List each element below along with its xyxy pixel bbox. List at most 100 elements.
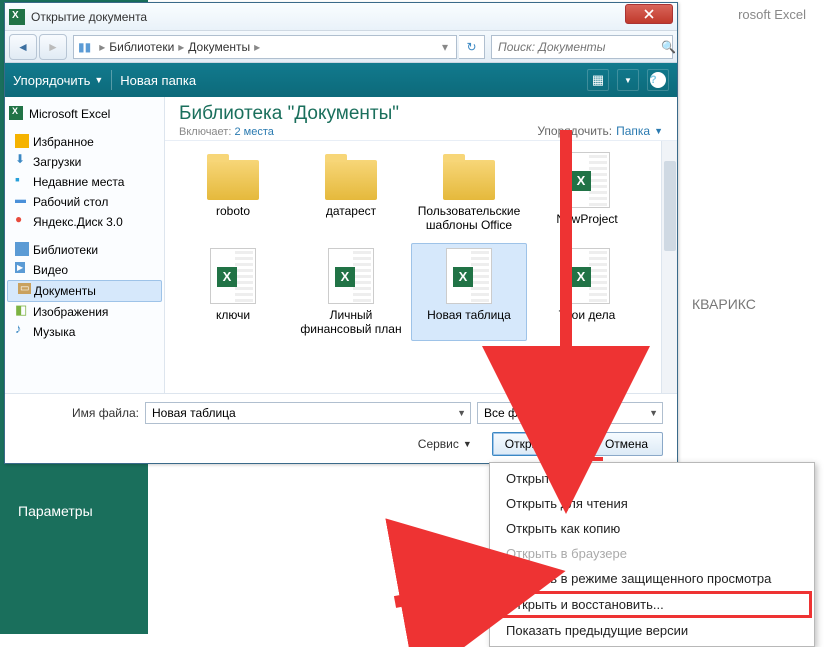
folder-icon <box>325 160 377 200</box>
sidebar-libraries[interactable]: Библиотеки <box>5 240 164 260</box>
chevron-down-icon[interactable]: ▾ <box>442 40 448 54</box>
file-item[interactable]: ключи <box>175 243 291 341</box>
menu-item[interactable]: Открыть как копию <box>492 516 812 541</box>
annotation-arrow-2 <box>395 564 503 608</box>
navbar: ◄ ► ▮▮ ▸ Библиотеки ▸ Документы ▸ ▾ ↻ 🔍 <box>5 31 677 63</box>
grid-icon: ▦ <box>592 72 604 88</box>
tools-button[interactable]: Сервис ▼ <box>418 437 472 451</box>
file-item[interactable]: Новая таблица <box>411 243 527 341</box>
menu-item[interactable]: Открыть <box>492 466 812 491</box>
new-folder-button[interactable]: Новая папка <box>120 73 196 88</box>
view-options-button[interactable]: ▼ <box>617 69 639 91</box>
sidebar-item-images[interactable]: Изображения <box>5 302 164 322</box>
open-split-button[interactable]: Открыть ▼ <box>492 432 582 456</box>
file-grid-area[interactable]: roboto датарест Пользовательские шаблоны O… <box>165 141 677 393</box>
sort-value-link[interactable]: Папка <box>616 124 650 138</box>
search-box[interactable]: 🔍 <box>491 35 673 59</box>
search-input[interactable] <box>492 40 661 54</box>
excel-icon <box>9 9 25 25</box>
sidebar-item-yandex[interactable]: Яндекс.Диск 3.0 <box>5 212 164 232</box>
file-item[interactable]: датарест <box>293 147 409 237</box>
sidebar-label: Музыка <box>33 325 75 339</box>
sidebar-label: Загрузки <box>33 155 81 169</box>
chevron-down-icon[interactable]: ▼ <box>457 408 466 418</box>
sidebar-item-downloads[interactable]: Загрузки <box>5 152 164 172</box>
library-title: Библиотека "Документы" <box>179 103 399 125</box>
sidebar-item-recent[interactable]: Недавние места <box>5 172 164 192</box>
bg-params-label[interactable]: Параметры <box>18 503 93 519</box>
file-item[interactable]: roboto <box>175 147 291 237</box>
open-dropdown-button[interactable]: ▼ <box>565 440 581 449</box>
chevron-down-icon[interactable]: ▼ <box>649 408 658 418</box>
sidebar-label: Яндекс.Диск 3.0 <box>33 215 123 229</box>
sidebar-item-video[interactable]: Видео <box>5 260 164 280</box>
open-file-dialog: Открытие документа ◄ ► ▮▮ ▸ Библиотеки ▸… <box>4 2 678 464</box>
folder-icon <box>443 160 495 200</box>
nav-back-button[interactable]: ◄ <box>9 34 37 60</box>
excel-file-icon <box>328 248 374 304</box>
organize-button[interactable]: Упорядочить ▼ <box>13 73 103 88</box>
menu-item[interactable]: Открыть в режиме защищенного просмотра <box>492 566 812 591</box>
image-icon <box>15 304 29 318</box>
bottom-panel: Имя файла: Новая таблица ▼ Все файлы ▼ С… <box>5 393 677 466</box>
breadcrumb-part[interactable]: Библиотеки <box>109 40 174 54</box>
file-item[interactable]: Пользовательские шаблоны Office <box>411 147 527 237</box>
search-icon[interactable]: 🔍 <box>661 40 676 54</box>
menu-item: Открыть в браузере <box>492 541 812 566</box>
view-mode-button[interactable]: ▦ <box>587 69 609 91</box>
sidebar-excel[interactable]: Microsoft Excel <box>5 101 164 124</box>
file-item[interactable]: NewProject <box>529 147 645 237</box>
menu-item[interactable]: Открыть для чтения <box>492 491 812 516</box>
close-button[interactable] <box>625 4 673 24</box>
organize-label: Упорядочить <box>13 73 90 88</box>
open-button[interactable]: Открыть <box>493 433 565 455</box>
close-icon <box>644 9 654 19</box>
filename-value: Новая таблица <box>152 406 236 420</box>
chevron-right-icon: ▸ <box>254 40 260 54</box>
music-icon <box>15 324 29 338</box>
filename-combo[interactable]: Новая таблица ▼ <box>145 402 471 424</box>
filter-value: Все файлы <box>484 406 547 420</box>
breadcrumb-part[interactable]: Документы <box>188 40 250 54</box>
bg-text: КВАРИКС <box>692 296 756 312</box>
sidebar-item-documents[interactable]: Документы <box>7 280 162 302</box>
file-label: NewProject <box>532 212 642 226</box>
refresh-icon: ↻ <box>466 40 476 54</box>
help-button[interactable]: ? <box>647 69 669 91</box>
chevron-down-icon: ▼ <box>463 439 472 449</box>
file-label: Пользовательские шаблоны Office <box>414 204 524 232</box>
file-label: Личный финансовый план <box>296 308 406 336</box>
sidebar-label: Изображения <box>33 305 108 319</box>
library-locations-link[interactable]: 2 места <box>234 126 273 138</box>
video-icon <box>15 262 29 276</box>
menu-item[interactable]: Открыть и восстановить... <box>492 591 812 618</box>
nav-fwd-button[interactable]: ► <box>39 34 67 60</box>
chevron-down-icon[interactable]: ▼ <box>654 126 663 136</box>
scrollbar-vertical[interactable] <box>661 141 677 393</box>
cancel-button[interactable]: Отмена <box>590 432 663 456</box>
sidebar-favorites[interactable]: Избранное <box>5 132 164 152</box>
sidebar-item-music[interactable]: Музыка <box>5 322 164 342</box>
dialog-title: Открытие документа <box>31 10 625 24</box>
filter-combo[interactable]: Все файлы ▼ <box>477 402 663 424</box>
sidebar-label: Рабочий стол <box>33 195 108 209</box>
sidebar-label: Библиотеки <box>33 243 98 257</box>
tools-label: Сервис <box>418 437 459 451</box>
menu-item[interactable]: Показать предыдущие версии <box>492 618 812 643</box>
file-label: Новая таблица <box>414 308 524 322</box>
refresh-button[interactable]: ↻ <box>459 35 485 59</box>
breadcrumb[interactable]: ▮▮ ▸ Библиотеки ▸ Документы ▸ ▾ <box>73 35 457 59</box>
file-label: датарест <box>296 204 406 218</box>
divider <box>111 70 112 90</box>
sidebar-label: Microsoft Excel <box>29 107 110 121</box>
help-icon: ? <box>650 72 666 88</box>
scrollbar-thumb[interactable] <box>664 161 676 251</box>
sort-label: Упорядочить: <box>537 124 612 138</box>
download-icon <box>15 154 29 168</box>
desktop-icon <box>15 194 29 208</box>
content-header: Библиотека "Документы" Включает: 2 места… <box>165 97 677 141</box>
file-item[interactable]: Личный финансовый план <box>293 243 409 341</box>
sidebar-item-desktop[interactable]: Рабочий стол <box>5 192 164 212</box>
filename-label: Имя файла: <box>19 406 139 420</box>
file-item[interactable]: Твои дела <box>529 243 645 341</box>
